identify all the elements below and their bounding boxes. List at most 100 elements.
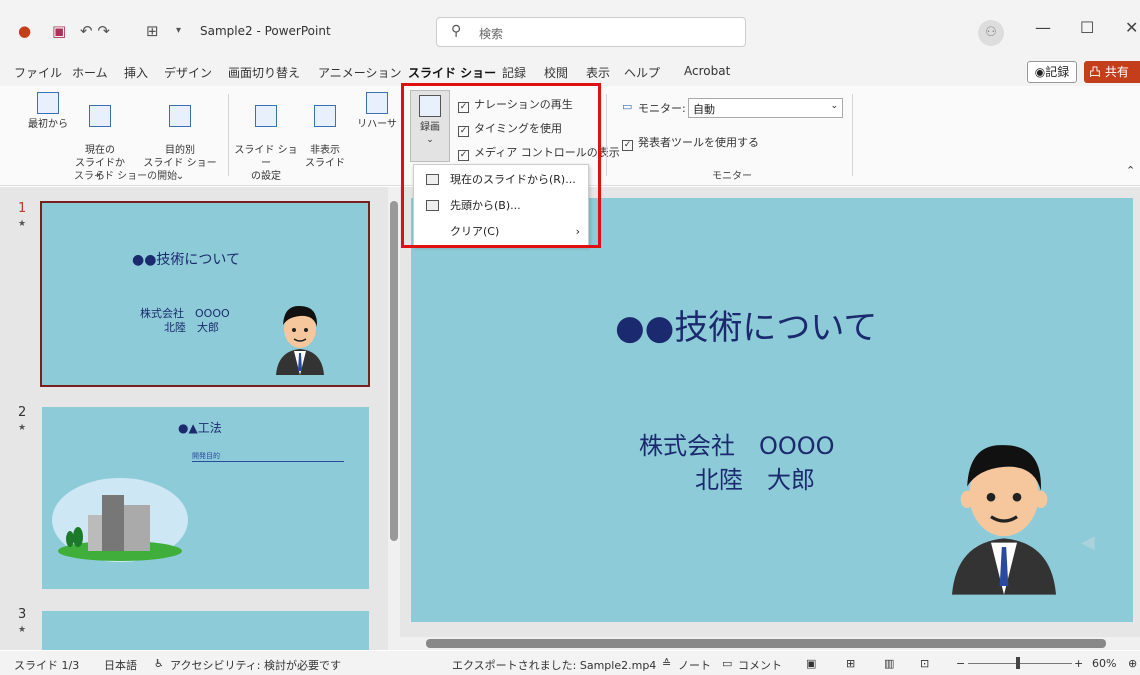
rehearse-label: リハーサ bbox=[357, 119, 397, 130]
zoom-slider[interactable] bbox=[968, 663, 1072, 664]
factory-illustration-icon bbox=[52, 478, 188, 562]
scrollbar-thumb[interactable] bbox=[426, 639, 1106, 648]
notes-button[interactable]: ノート bbox=[678, 657, 711, 673]
collapse-ribbon-icon[interactable]: ⌃ bbox=[1126, 164, 1135, 177]
transition-star-icon: ★ bbox=[18, 625, 27, 635]
comments-icon: ▭ bbox=[722, 657, 733, 670]
from-beginning-label: 最初から bbox=[28, 119, 68, 130]
monitor-value: 自動 bbox=[693, 103, 715, 116]
normal-view-icon[interactable]: ▣ bbox=[806, 657, 816, 670]
maximize-icon[interactable]: ☐ bbox=[1080, 18, 1094, 37]
group-monitor-label: モニター bbox=[712, 171, 752, 182]
powerpoint-logo-icon: ● bbox=[18, 22, 32, 40]
monitor-select[interactable]: 自動 ⌄ bbox=[688, 98, 843, 118]
title-bar: ● ▣ ↶ ↷ ⊞ ▾ Sample2 - PowerPoint ⚲ 検索 ⚇ … bbox=[0, 0, 1140, 58]
from-beginning-button[interactable]: 最初から bbox=[24, 92, 72, 131]
businessman-icon bbox=[952, 445, 1056, 595]
thumb-name: 北陸 大郎 bbox=[164, 321, 219, 334]
checkbox-checked-icon: ✓ bbox=[622, 140, 633, 151]
tab-help[interactable]: ヘルプ bbox=[624, 64, 660, 81]
accessibility-status[interactable]: アクセシビリティ: 検討が必要です bbox=[170, 657, 341, 673]
ribbon-divider bbox=[228, 94, 229, 176]
hide-slide-button[interactable]: 非表示 スライド bbox=[302, 92, 348, 170]
undo-redo-icons[interactable]: ↶ ↷ bbox=[80, 22, 110, 40]
account-avatar-icon[interactable]: ⚇ bbox=[978, 20, 1004, 46]
transition-star-icon: ★ bbox=[18, 423, 27, 433]
zoom-in-icon[interactable]: + bbox=[1074, 657, 1083, 670]
scrollbar-thumb[interactable] bbox=[390, 201, 398, 541]
search-box[interactable]: ⚲ 検索 bbox=[436, 17, 746, 47]
search-icon: ⚲ bbox=[451, 23, 462, 39]
setup-label: スライド ショー の設定 bbox=[234, 145, 298, 182]
present-icon[interactable]: ⊞ bbox=[146, 22, 159, 40]
subtitle-underline bbox=[192, 461, 344, 462]
tab-transitions[interactable]: 画面切り替え bbox=[228, 64, 300, 81]
tab-review[interactable]: 校閲 bbox=[544, 64, 568, 81]
fit-slide-icon[interactable]: ⊕ bbox=[1128, 657, 1137, 670]
setup-icon bbox=[255, 105, 277, 127]
thumb-title: ●●技術について bbox=[132, 252, 241, 268]
setup-show-button[interactable]: スライド ショー の設定 bbox=[234, 92, 298, 183]
slide-title[interactable]: ●●技術について bbox=[615, 300, 877, 349]
slideshow-view-icon[interactable]: ⊡ bbox=[920, 657, 929, 670]
presenter-view-label: 発表者ツールを使用する bbox=[638, 136, 759, 149]
thumb-subtitle: 開発目的 bbox=[192, 452, 220, 460]
customize-qat-icon[interactable]: ▾ bbox=[176, 22, 181, 40]
presenter-view-checkbox[interactable]: ✓ 発表者ツールを使用する bbox=[622, 134, 759, 151]
hide-slide-icon bbox=[314, 105, 336, 127]
monitor-icon: ▭ bbox=[622, 100, 633, 113]
tab-acrobat[interactable]: Acrobat bbox=[684, 64, 730, 78]
save-icon[interactable]: ▣ bbox=[52, 22, 66, 40]
tab-slideshow[interactable]: スライド ショー bbox=[408, 64, 496, 81]
thumbnail-pane: 1 ★ ●●技術について 株式会社 OOOO 北陸 大郎 2 ★ ●▲工法 開発… bbox=[0, 187, 400, 650]
horizontal-scrollbar[interactable] bbox=[400, 637, 1140, 650]
tab-view[interactable]: 表示 bbox=[586, 64, 610, 81]
thumbnail-scrollbar[interactable] bbox=[388, 187, 400, 650]
slide-number: 1 bbox=[18, 201, 27, 216]
tab-insert[interactable]: 挿入 bbox=[124, 64, 148, 81]
close-icon[interactable]: ✕ bbox=[1125, 18, 1138, 37]
comments-button[interactable]: コメント bbox=[738, 657, 782, 673]
zoom-level[interactable]: 60% bbox=[1092, 657, 1116, 670]
rehearse-button[interactable]: リハーサ bbox=[354, 92, 400, 131]
tab-file[interactable]: ファイル bbox=[14, 64, 62, 81]
highlight-annotation bbox=[401, 83, 601, 248]
language-indicator[interactable]: 日本語 bbox=[104, 657, 137, 673]
rehearse-icon bbox=[366, 92, 388, 114]
slide-thumbnail-2[interactable]: ●▲工法 開発目的 bbox=[42, 407, 369, 589]
thumb-title: ●▲工法 bbox=[178, 421, 222, 435]
slide-company[interactable]: 株式会社 OOOO bbox=[639, 426, 835, 461]
current-slide[interactable]: ●●技術について 株式会社 OOOO 北陸 大郎 ◀ bbox=[411, 198, 1133, 622]
chevron-down-icon: ⌄ bbox=[830, 101, 838, 111]
zoom-slider-handle[interactable] bbox=[1016, 657, 1020, 669]
slide-name[interactable]: 北陸 大郎 bbox=[695, 460, 815, 495]
minimize-icon[interactable]: — bbox=[1035, 18, 1051, 37]
reading-view-icon[interactable]: ▥ bbox=[884, 657, 894, 670]
slide-sorter-icon[interactable]: ⊞ bbox=[846, 657, 855, 670]
record-button[interactable]: ◉記録 bbox=[1027, 61, 1077, 83]
monitor-label: モニター: bbox=[638, 102, 686, 115]
tab-record[interactable]: 記録 bbox=[502, 64, 526, 81]
tab-design[interactable]: デザイン bbox=[164, 64, 212, 81]
zoom-out-icon[interactable]: − bbox=[956, 657, 965, 670]
slide-editor: ●●技術について 株式会社 OOOO 北陸 大郎 ◀ bbox=[400, 187, 1140, 650]
export-status: エクスポートされました: Sample2.mp4 bbox=[452, 659, 657, 672]
tab-animations[interactable]: アニメーション bbox=[318, 64, 402, 81]
slide-thumbnail-1[interactable]: ●●技術について 株式会社 OOOO 北陸 大郎 bbox=[40, 201, 370, 387]
slide-number: 3 bbox=[18, 607, 27, 622]
current-slide-icon bbox=[89, 105, 111, 127]
notes-icon: ≙ bbox=[662, 657, 672, 670]
transition-star-icon: ★ bbox=[18, 219, 27, 229]
play-slide-icon bbox=[37, 92, 59, 114]
ribbon-divider bbox=[606, 94, 607, 176]
group-start-label: スライド ショーの開始 bbox=[74, 171, 178, 182]
tab-home[interactable]: ホーム bbox=[72, 64, 108, 81]
slide-position: スライド 1/3 bbox=[14, 659, 80, 672]
menu-bar: ファイル ホーム 挿入 デザイン 画面切り替え アニメーション スライド ショー… bbox=[0, 58, 1140, 86]
custom-show-icon bbox=[169, 105, 191, 127]
share-button[interactable]: 凸 共有 bbox=[1084, 61, 1140, 83]
window-title: Sample2 - PowerPoint bbox=[200, 24, 331, 38]
slide-number: 2 bbox=[18, 405, 27, 420]
slide-thumbnail-3[interactable] bbox=[42, 611, 369, 650]
speaker-icon[interactable]: ◀ bbox=[1081, 532, 1095, 553]
